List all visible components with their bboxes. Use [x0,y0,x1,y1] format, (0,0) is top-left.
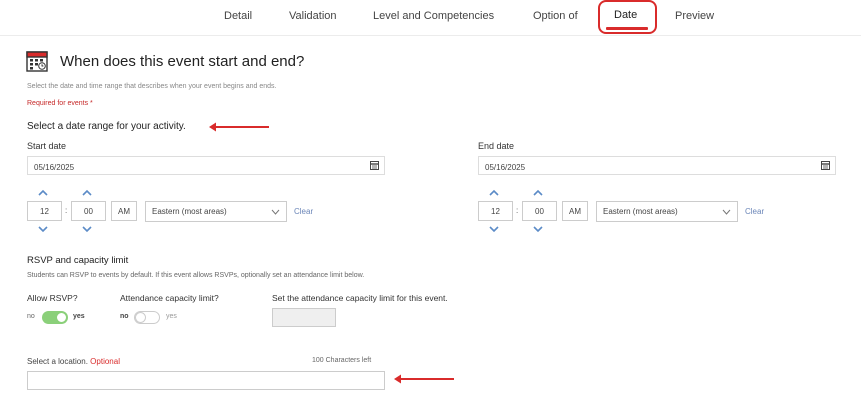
capacity-no-label: no [120,313,129,320]
minute-down-chevron-icon[interactable] [82,225,92,233]
capacity-limit-toggle[interactable] [134,311,160,324]
tab-validation[interactable]: Validation [289,10,337,22]
end-hour-field[interactable]: 12 [478,201,513,221]
start-date-input[interactable] [28,159,362,176]
end-ampm-toggle[interactable]: AM [562,201,588,221]
start-date-field[interactable] [27,156,385,176]
annotation-arrow-icon [394,374,454,384]
start-minute-field[interactable]: 00 [71,201,106,221]
calendar-picker-icon[interactable] [815,157,835,174]
end-timezone-value: Eastern (most areas) [603,207,678,216]
date-range-heading: Select a date range for your activity. [27,121,186,132]
tab-detail[interactable]: Detail [224,10,252,22]
hour-down-chevron-icon[interactable] [38,225,48,233]
hour-up-chevron-icon[interactable] [489,189,499,197]
start-timezone-select[interactable]: Eastern (most areas) [145,201,287,222]
allow-rsvp-toggle[interactable] [42,311,68,324]
annotation-arrow-icon [209,122,269,132]
minute-down-chevron-icon[interactable] [533,225,543,233]
end-clear-link[interactable]: Clear [745,207,764,216]
tab-preview[interactable]: Preview [675,10,714,22]
hour-down-chevron-icon[interactable] [489,225,499,233]
minute-up-chevron-icon[interactable] [533,189,543,197]
end-date-field[interactable] [478,156,836,176]
end-timezone-select[interactable]: Eastern (most areas) [596,201,738,222]
time-separator: : [516,206,519,215]
start-date-label: Start date [27,141,67,151]
allow-rsvp-no-label: no [27,313,35,320]
start-hour-field[interactable]: 12 [27,201,62,221]
location-label: Select a location. Optional [27,357,120,366]
minute-up-chevron-icon[interactable] [82,189,92,197]
rsvp-heading: RSVP and capacity limit [27,255,129,266]
allow-rsvp-yes-label: yes [73,313,85,320]
capacity-value-label: Set the attendance capacity limit for th… [272,293,448,303]
tab-level-and-competencies[interactable]: Level and Competencies [373,10,494,22]
allow-rsvp-label: Allow RSVP? [27,293,78,303]
start-ampm-toggle[interactable]: AM [111,201,137,221]
chevron-down-icon [722,209,731,215]
capacity-limit-label: Attendance capacity limit? [120,293,219,303]
capacity-yes-label: yes [166,313,177,320]
location-input[interactable] [27,371,385,390]
start-clear-link[interactable]: Clear [294,207,313,216]
hour-up-chevron-icon[interactable] [38,189,48,197]
active-tab-underline [606,27,648,30]
calendar-picker-icon[interactable] [364,157,384,174]
tab-date[interactable]: Date [614,9,637,21]
location-optional-text: Optional [90,357,120,366]
tab-bar: Detail Validation Level and Competencies… [0,0,861,36]
required-note: Required for events * [27,100,93,107]
page-description: Select the date and time range that desc… [27,83,277,90]
end-date-label: End date [478,141,515,151]
tab-option-of[interactable]: Option of [533,10,578,22]
end-minute-field[interactable]: 00 [522,201,557,221]
characters-left: 100 Characters left [312,357,372,364]
capacity-limit-input[interactable] [272,308,336,327]
start-timezone-value: Eastern (most areas) [152,207,227,216]
calendar-icon [26,50,48,72]
end-date-input[interactable] [479,159,813,176]
page-title: When does this event start and end? [60,53,305,70]
location-label-text: Select a location. [27,357,88,366]
tab-divider [0,35,861,36]
chevron-down-icon [271,209,280,215]
rsvp-description: Students can RSVP to events by default. … [27,272,365,279]
time-separator: : [65,206,68,215]
